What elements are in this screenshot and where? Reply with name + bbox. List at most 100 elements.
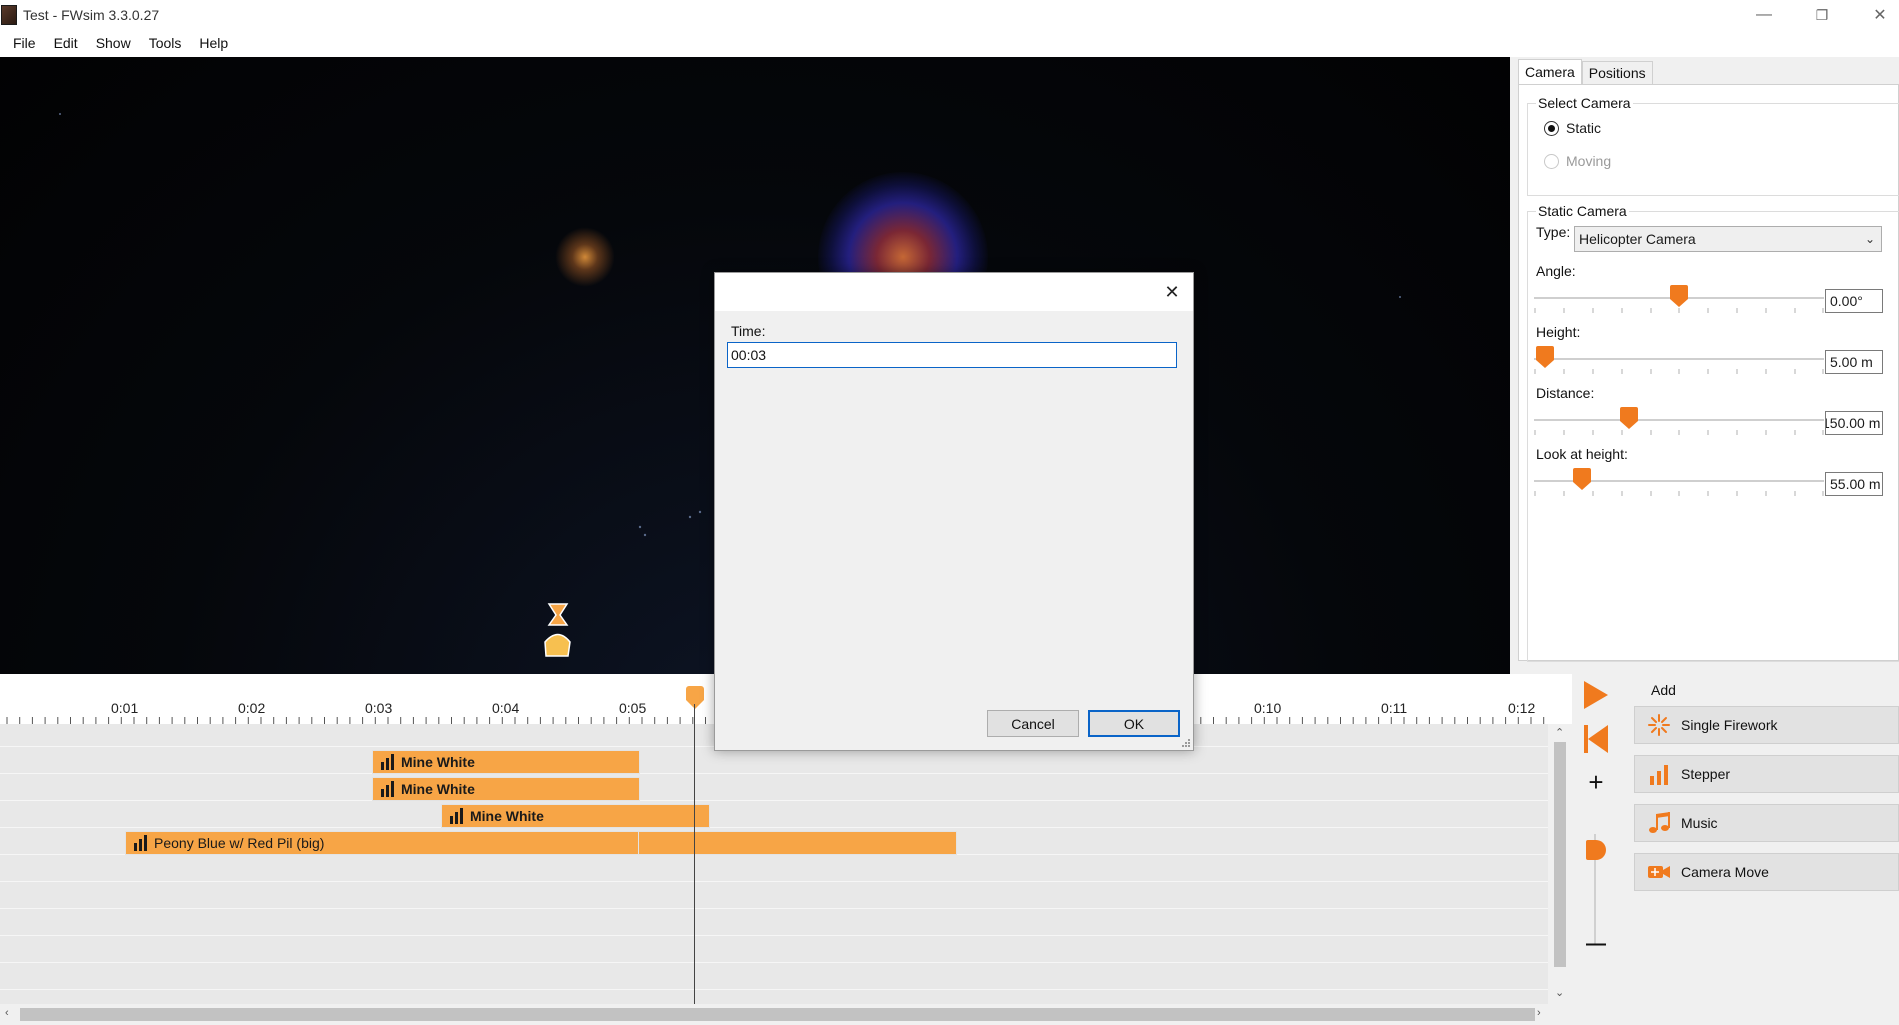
menu-tools[interactable]: Tools [140,30,191,57]
dialog-title-bar: ✕ [715,273,1193,311]
menu-help[interactable]: Help [190,30,237,57]
ruler-label: 0:01 [111,700,139,716]
zoom-in-icon[interactable]: + [1586,769,1606,795]
look-at-height-slider-ticks [1534,491,1824,496]
event-label: Mine White [401,754,475,770]
add-single-firework-button[interactable]: Single Firework [1634,706,1899,744]
track-divider [0,800,1548,801]
vertical-scroll-thumb[interactable] [1554,742,1566,967]
timeline-event[interactable]: Peony Blue w/ Red Pil (big) [125,831,957,855]
chevron-down-icon: ⌄ [1864,232,1875,246]
zoom-slider-thumb[interactable] [1586,840,1606,860]
height-slider-track[interactable] [1534,358,1824,360]
stepper-icon [381,754,395,770]
scroll-up-icon[interactable]: ⌃ [1555,726,1564,739]
minimize-button[interactable]: — [1735,0,1793,30]
distance-label: Distance: [1536,385,1595,401]
angle-label: Angle: [1536,263,1576,279]
look-at-height-slider-thumb[interactable] [1573,468,1591,490]
timeline-event[interactable]: Mine White [441,804,710,828]
add-music-button[interactable]: Music [1634,804,1899,842]
camera-type-select[interactable]: Helicopter Camera ⌄ [1574,226,1882,252]
scroll-left-icon[interactable]: ‹ [5,1007,9,1019]
radio-moving[interactable]: Moving [1544,153,1611,169]
event-label: Mine White [401,781,475,797]
timeline-vertical-scrollbar[interactable]: ⌃ ⌄ [1548,724,1572,1004]
track-divider [0,962,1548,963]
angle-slider-thumb[interactable] [1670,285,1688,307]
close-window-button[interactable]: ✕ [1851,0,1899,30]
track-divider [0,827,1548,828]
radio-button[interactable] [1544,153,1559,169]
window-title: Test - FWsim 3.3.0.27 [23,7,160,23]
radio-static-label: Static [1566,120,1602,136]
resize-grip-icon[interactable] [1181,738,1191,748]
select-camera-title: Select Camera [1536,95,1633,111]
app-icon [1,5,17,25]
launch-position-icon [544,603,571,657]
menu-show[interactable]: Show [87,30,140,57]
add-button-label: Single Firework [1681,717,1778,733]
timeline-horizontal-scrollbar[interactable]: ‹ › [0,1004,1572,1025]
add-section-label: Add [1651,682,1676,698]
camera-type-value: Helicopter Camera [1579,231,1696,247]
playhead-marker[interactable] [686,686,704,710]
ruler-label: 0:05 [619,700,647,716]
timeline-tracks[interactable]: Mine White Mine White Mine White Peony B… [0,724,1548,1004]
add-button-label: Stepper [1681,766,1731,782]
angle-value[interactable]: 0.00° [1825,289,1883,313]
add-stepper-button[interactable]: Stepper [1634,755,1899,793]
playhead-line [694,704,695,1004]
camera-tab-body: Select Camera Static Moving Static Camer… [1518,84,1899,662]
height-slider-ticks [1534,369,1824,374]
radio-button[interactable] [1544,120,1559,136]
time-input[interactable] [727,342,1177,368]
rewind-to-start-icon[interactable] [1582,724,1610,754]
add-button-label: Music [1681,815,1718,831]
height-value[interactable]: 5.00 m [1825,350,1883,374]
track-divider [0,908,1548,909]
stepper-icon [450,808,464,824]
distance-slider-thumb[interactable] [1620,407,1638,429]
close-icon[interactable]: ✕ [1161,281,1183,303]
ruler-label: 0:03 [365,700,393,716]
scroll-down-icon[interactable]: ⌄ [1555,986,1564,999]
select-camera-group: Select Camera Static Moving [1527,95,1899,196]
distance-slider-track[interactable] [1534,419,1824,421]
timeline-event[interactable]: Mine White [372,777,640,801]
event-label: Mine White [470,808,544,824]
restore-button[interactable]: ❐ [1793,0,1851,30]
tab-positions[interactable]: Positions [1581,61,1653,85]
track-divider [0,989,1548,990]
track-divider [0,935,1548,936]
time-dialog: ✕ Time: Cancel OK [714,272,1194,751]
event-divider [638,832,639,854]
timeline-event[interactable]: Mine White [372,750,640,774]
cancel-button[interactable]: Cancel [987,710,1079,737]
static-camera-group: Static Camera Type: Helicopter Camera ⌄ … [1527,203,1899,662]
stepper-icon [381,781,395,797]
ok-button[interactable]: OK [1088,710,1180,737]
look-at-height-value[interactable]: 55.00 m [1825,472,1883,496]
stepper-icon [1647,762,1671,786]
ruler-label: 0:12 [1508,700,1536,716]
tab-camera[interactable]: Camera [1518,59,1582,85]
distance-value[interactable]: 150.00 m [1825,411,1883,435]
track-divider [0,881,1548,882]
menu-edit[interactable]: Edit [45,30,87,57]
zoom-out-icon[interactable]: — [1586,934,1606,954]
radio-static[interactable]: Static [1544,120,1601,136]
panel-tabs: Camera Positions [1518,59,1653,85]
ruler-label: 0:11 [1381,700,1408,716]
add-camera-move-button[interactable]: Camera Move [1634,853,1899,891]
horizontal-scroll-thumb[interactable] [20,1008,1535,1021]
look-at-height-label: Look at height: [1536,446,1628,462]
music-note-icon [1647,811,1671,835]
distance-slider-ticks [1534,430,1824,435]
camera-panel: Camera Positions Select Camera Static Mo… [1510,57,1899,674]
scroll-right-icon[interactable]: › [1537,1007,1541,1019]
play-icon[interactable] [1582,680,1610,710]
menu-bar: File Edit Show Tools Help [0,30,1899,57]
height-slider-thumb[interactable] [1536,346,1554,368]
menu-file[interactable]: File [4,30,45,57]
